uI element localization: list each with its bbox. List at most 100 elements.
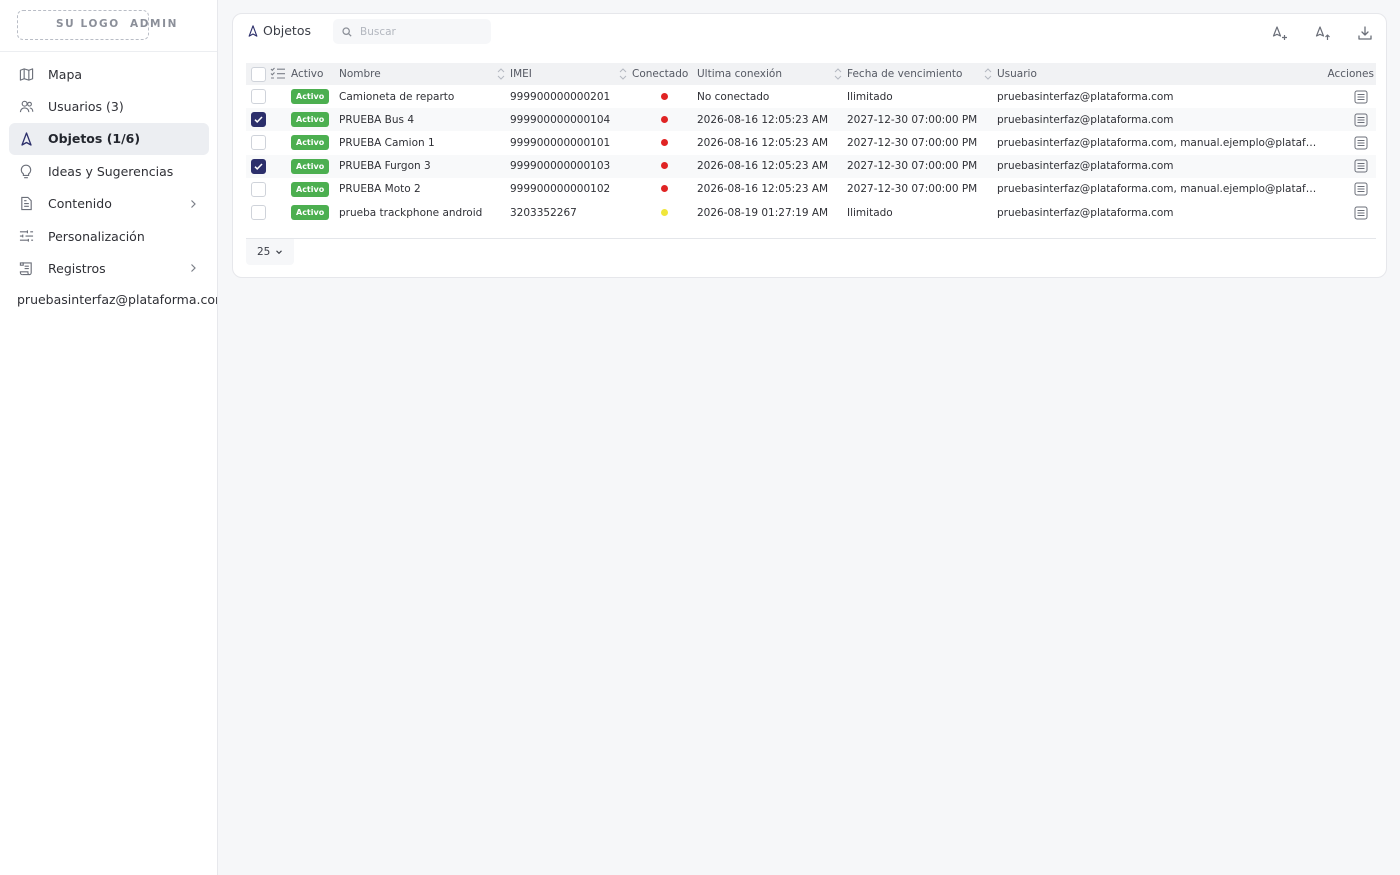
spacer-cell <box>270 108 291 131</box>
sort-icon <box>497 68 505 80</box>
column-header-ultima-conexion[interactable]: Ultima conexión <box>697 63 847 85</box>
column-header-label: Ultima conexión <box>697 68 782 80</box>
add-object-button[interactable] <box>1271 24 1289 42</box>
column-header-label: Fecha de vencimiento <box>847 68 963 80</box>
table-header-row: Activo Nombre IMEI Conectado Ultima cone… <box>246 63 1376 85</box>
table-row[interactable]: Activo PRUEBA Camion 1 999900000000101 2… <box>246 131 1376 154</box>
sidebar-item-objetos[interactable]: Objetos (1/6) <box>9 122 209 156</box>
last-connection-cell: 2026-08-16 12:05:23 AM <box>697 136 829 149</box>
row-checkbox[interactable] <box>251 205 266 221</box>
sidebar-item-contenido[interactable]: Contenido <box>9 188 209 220</box>
spacer-cell <box>270 85 291 108</box>
name-cell: prueba trackphone android <box>339 206 483 219</box>
details-list-icon[interactable] <box>1354 159 1368 173</box>
column-picker-cell <box>270 63 291 85</box>
status-cell: Activo <box>291 201 339 224</box>
column-header-nombre[interactable]: Nombre <box>339 63 510 85</box>
status-cell: Activo <box>291 108 339 131</box>
search-input[interactable] <box>360 25 480 38</box>
details-list-icon[interactable] <box>1354 90 1368 104</box>
row-select-cell <box>246 155 270 178</box>
row-select-cell <box>246 108 270 131</box>
expiry-cell: 2027-12-30 07:00:00 PM <box>847 183 978 196</box>
page-size-select[interactable]: 25 <box>246 239 294 265</box>
status-badge: Activo <box>291 181 330 197</box>
connection-status-dot <box>661 162 668 170</box>
user-cell: pruebasinterfaz@plataforma.com <box>997 160 1174 173</box>
users-icon <box>18 99 34 115</box>
details-list-icon[interactable] <box>1354 206 1368 220</box>
row-checkbox[interactable] <box>251 135 266 151</box>
row-checkbox[interactable] <box>251 89 266 105</box>
table-row[interactable]: Activo Camioneta de reparto 999900000000… <box>246 85 1376 108</box>
connected-cell <box>632 108 697 131</box>
details-list-icon[interactable] <box>1354 182 1368 196</box>
sidebar-item-usuarios[interactable]: Usuarios (3) <box>9 90 209 122</box>
table-row[interactable]: Activo PRUEBA Moto 2 999900000000102 202… <box>246 178 1376 201</box>
role-label: ADMIN <box>130 18 178 30</box>
current-user[interactable]: pruebasinterfaz@plataforma.com (D <box>17 292 217 307</box>
sidebar-item-registros[interactable]: Registros <box>9 252 209 284</box>
search-box[interactable] <box>333 19 491 44</box>
row-checkbox[interactable] <box>251 112 266 128</box>
sidebar-divider <box>0 51 217 52</box>
last-connection-cell: 2026-08-19 01:27:19 AM <box>697 206 829 219</box>
status-cell: Activo <box>291 131 339 154</box>
sort-icon <box>984 68 992 80</box>
imei-cell: 999900000000104 <box>510 113 611 126</box>
sidebar-item-mapa[interactable]: Mapa <box>9 58 209 90</box>
sidebar-item-ideas[interactable]: Ideas y Sugerencias <box>9 155 209 187</box>
actions-cell <box>1319 85 1376 108</box>
imei-cell: 3203352267 <box>510 206 577 219</box>
brand-logo[interactable]: SU LOGO ADMIN <box>17 10 217 40</box>
sidebar-item-label: Contenido <box>48 196 112 212</box>
page-title-text: Objetos <box>263 23 311 38</box>
logo-text: SU LOGO <box>56 18 120 30</box>
column-list-icon[interactable] <box>270 67 286 79</box>
row-checkbox[interactable] <box>251 181 266 197</box>
column-header-conectado[interactable]: Conectado <box>632 63 697 85</box>
column-header-usuario[interactable]: Usuario <box>997 63 1319 85</box>
spacer-cell <box>270 131 291 154</box>
sidebar-item-personalizacion[interactable]: Personalización <box>9 220 209 252</box>
status-badge: Activo <box>291 158 330 174</box>
table-row[interactable]: Activo prueba trackphone android 3203352… <box>246 201 1376 224</box>
column-header-fecha-vencimiento[interactable]: Fecha de vencimiento <box>847 63 997 85</box>
expiry-cell: 2027-12-30 07:00:00 PM <box>847 136 978 149</box>
column-header-activo[interactable]: Activo <box>291 63 339 85</box>
upload-object-icon <box>1315 26 1330 40</box>
select-all-checkbox[interactable] <box>251 66 266 82</box>
table-row[interactable]: Activo PRUEBA Bus 4 999900000000104 2026… <box>246 108 1376 132</box>
download-button[interactable] <box>1356 24 1374 42</box>
actions-cell <box>1319 108 1376 131</box>
sidebar-item-label: Objetos (1/6) <box>48 131 141 147</box>
chevron-right-icon <box>191 264 196 273</box>
user-cell: pruebasinterfaz@plataforma.com <box>997 206 1174 219</box>
details-list-icon[interactable] <box>1354 136 1368 150</box>
sidebar-item-label: Ideas y Sugerencias <box>48 163 174 179</box>
connection-status-dot <box>661 92 668 100</box>
column-header-imei[interactable]: IMEI <box>510 63 632 85</box>
actions-cell <box>1319 178 1376 201</box>
connected-cell <box>632 131 697 154</box>
status-badge: Activo <box>291 89 330 105</box>
connection-status-dot <box>661 115 668 123</box>
add-object-icon <box>1272 26 1287 40</box>
select-all-cell <box>246 63 270 85</box>
row-select-cell <box>246 178 270 201</box>
user-cell: pruebasinterfaz@plataforma.com, manual.e… <box>997 183 1319 196</box>
document-icon <box>18 196 34 212</box>
import-object-button[interactable] <box>1314 24 1332 42</box>
imei-cell: 999900000000101 <box>510 136 611 149</box>
details-list-icon[interactable] <box>1354 113 1368 127</box>
spacer-cell <box>270 178 291 201</box>
sort-icon <box>834 68 842 80</box>
connection-status-dot <box>661 138 668 146</box>
name-cell: PRUEBA Bus 4 <box>339 113 415 126</box>
lightbulb-icon <box>18 163 34 179</box>
connected-cell <box>632 85 697 108</box>
table-row[interactable]: Activo PRUEBA Furgon 3 999900000000103 2… <box>246 154 1376 178</box>
status-badge: Activo <box>291 205 330 221</box>
spacer-cell <box>270 155 291 178</box>
row-checkbox[interactable] <box>251 158 266 174</box>
